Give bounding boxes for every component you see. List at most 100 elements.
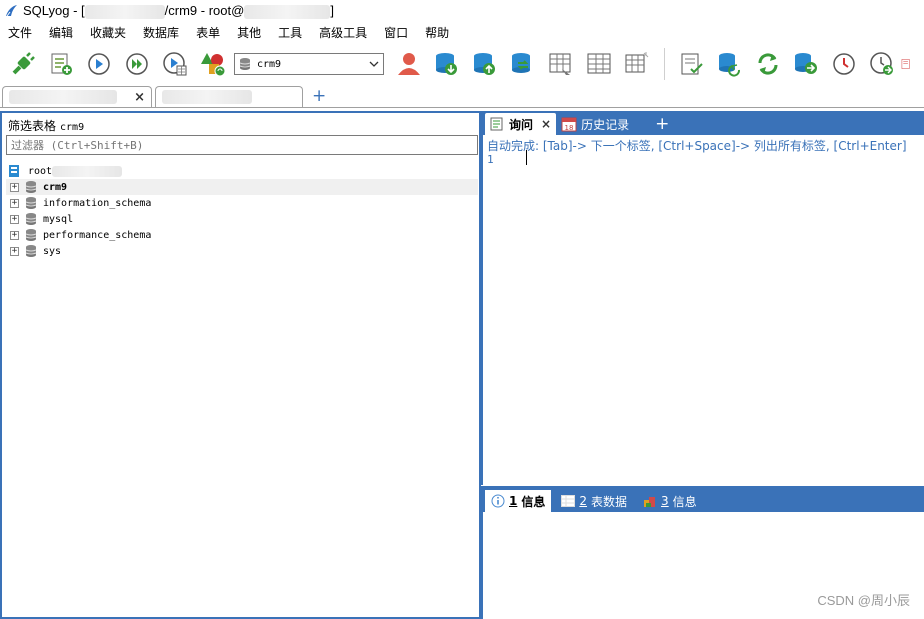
expand-icon[interactable]: +	[10, 230, 19, 240]
menu-advanced-tools[interactable]: 高级工具	[319, 24, 367, 41]
toolbar-separator	[664, 48, 665, 80]
info-blocks-icon	[644, 497, 656, 507]
tab-table-data-label: 表数据	[591, 494, 628, 509]
close-query-tab-icon[interactable]: ×	[541, 117, 551, 131]
menu-window[interactable]: 窗口	[384, 24, 408, 41]
database-icon	[239, 58, 251, 70]
menu-file[interactable]: 文件	[8, 24, 32, 41]
sync-button[interactable]	[508, 49, 538, 79]
database-name: sys	[43, 245, 62, 257]
tree-database-item[interactable]: + sys	[6, 243, 478, 259]
window-title: SQLyog - [/crm9 - root@]	[23, 3, 334, 19]
database-selector[interactable]: crm9	[234, 53, 384, 75]
toolbar: crm9	[0, 44, 924, 84]
tab-info[interactable]: 3 信息	[637, 490, 703, 512]
tree-database-item[interactable]: + crm9	[6, 179, 478, 195]
restore-icon	[474, 53, 495, 75]
menu-bar: 文件 编辑 收藏夹 数据库 表单 其他 工具 高级工具 窗口 帮助	[0, 22, 924, 42]
database-name: crm9	[43, 181, 68, 193]
server-icon	[9, 165, 19, 177]
watermark: CSDN @周小辰	[817, 593, 910, 608]
table-diagnostics-button[interactable]	[622, 49, 652, 79]
database-name: performance_schema	[43, 229, 152, 241]
tab-messages[interactable]: 1 信息	[485, 490, 552, 512]
new-connection-button[interactable]	[8, 49, 38, 79]
backup-button[interactable]	[432, 49, 462, 79]
add-connection-tab-button[interactable]: +	[312, 86, 326, 106]
user-manager-button[interactable]	[394, 49, 424, 79]
tab-query[interactable]: 询问 ×	[485, 113, 557, 135]
query-panel: 询问 × 18 历史记录 + 自动完成: [Tab]-> 下一个标签, [Ctr…	[481, 111, 924, 619]
add-query-tab-button[interactable]: +	[655, 114, 669, 134]
execute-query-icon	[88, 53, 110, 75]
more-tools-button[interactable]	[901, 49, 913, 79]
expand-icon[interactable]: +	[10, 182, 19, 192]
check-icon	[681, 53, 703, 75]
execute-to-file-icon	[163, 52, 187, 76]
restore-button[interactable]	[470, 49, 500, 79]
menu-favorites[interactable]: 收藏夹	[90, 24, 126, 41]
migrate-button[interactable]	[791, 49, 821, 79]
tab-history-label: 历史记录	[581, 117, 630, 132]
expand-icon[interactable]: +	[10, 198, 19, 208]
execute-query-button[interactable]	[84, 49, 114, 79]
database-icon	[25, 181, 37, 193]
filter-input[interactable]	[6, 135, 478, 155]
menu-edit[interactable]: 编辑	[49, 24, 73, 41]
scheduler-button[interactable]	[829, 49, 859, 79]
copy-db-icon	[719, 53, 740, 77]
database-tree: root + crm9 + information_schema + mysql…	[6, 163, 478, 259]
redacted-user-host	[244, 4, 331, 19]
close-connection-tab-icon[interactable]: ×	[134, 90, 145, 105]
job-icon	[870, 52, 893, 75]
table-data-button[interactable]	[546, 49, 576, 79]
job-agent-button[interactable]	[867, 49, 897, 79]
new-connection-icon	[12, 52, 35, 75]
connection-tab-inactive[interactable]	[155, 86, 303, 107]
menu-others[interactable]: 其他	[237, 24, 261, 41]
grid-view-icon	[587, 53, 611, 74]
expand-icon[interactable]: +	[10, 246, 19, 256]
new-query-button[interactable]	[46, 49, 76, 79]
expand-icon[interactable]: +	[10, 214, 19, 224]
execute-all-button[interactable]	[122, 49, 152, 79]
scheduler-icon	[833, 53, 855, 75]
schema-designer-icon	[201, 53, 226, 77]
sync-icon	[512, 53, 530, 73]
copy-database-button[interactable]	[715, 49, 745, 79]
text-caret	[526, 150, 527, 165]
tree-database-item[interactable]: + mysql	[6, 211, 478, 227]
object-browser-panel: 筛选表格crm9 root + crm9 + i	[0, 111, 481, 619]
table-data-icon	[549, 53, 571, 75]
info-icon	[491, 494, 505, 508]
sql-editor[interactable]: 自动完成: [Tab]-> 下一个标签, [Ctrl+Space]-> 列出所有…	[481, 135, 924, 485]
root-connection-label: root	[28, 165, 53, 177]
menu-table[interactable]: 表单	[196, 24, 220, 41]
migrate-icon	[795, 53, 817, 74]
query-tab-bar: 询问 × 18 历史记录 +	[481, 111, 924, 135]
execute-to-file-button[interactable]	[160, 49, 190, 79]
calendar-icon: 18	[561, 117, 577, 132]
menu-help[interactable]: 帮助	[425, 24, 449, 41]
connection-tab-active[interactable]: ×	[2, 86, 152, 107]
tab-table-data[interactable]: 2 表数据	[555, 490, 633, 512]
tab-messages-number: 1	[509, 494, 518, 508]
refresh-icon	[758, 53, 778, 75]
redacted-root-host	[52, 165, 123, 177]
tree-root-connection[interactable]: root	[6, 163, 478, 179]
menu-tools[interactable]: 工具	[278, 24, 302, 41]
result-tab-bar: 1 信息 2 表数据 3 信息	[481, 486, 924, 512]
refresh-button[interactable]	[753, 49, 783, 79]
connection-tab-bar: × +	[0, 86, 924, 108]
database-name: information_schema	[43, 197, 152, 209]
database-icon	[25, 229, 37, 241]
tree-database-item[interactable]: + information_schema	[6, 195, 478, 211]
menu-database[interactable]: 数据库	[143, 24, 179, 41]
check-table-button[interactable]	[677, 49, 707, 79]
grid-view-button[interactable]	[584, 49, 614, 79]
schema-designer-button[interactable]	[198, 49, 228, 79]
tab-history[interactable]: 18 历史记录 +	[556, 113, 674, 135]
sqlyog-logo-icon	[6, 5, 17, 17]
tree-database-item[interactable]: + performance_schema	[6, 227, 478, 243]
query-editor-icon	[490, 117, 503, 131]
